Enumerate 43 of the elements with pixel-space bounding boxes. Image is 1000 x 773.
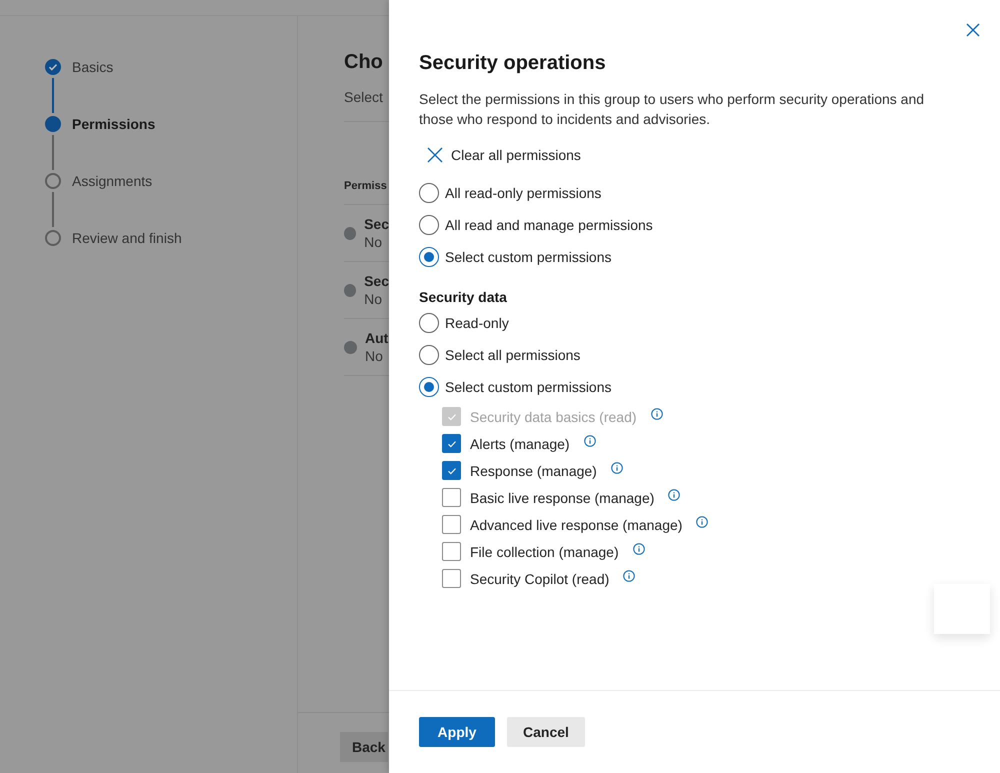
- radio-option[interactable]: Select all permissions: [419, 345, 580, 365]
- permission-name: Sec: [364, 272, 389, 290]
- permission-checkbox[interactable]: Basic live response (manage): [442, 488, 654, 507]
- step-label[interactable]: Basics: [72, 58, 114, 115]
- radio-option[interactable]: Read-only: [419, 313, 509, 333]
- close-icon[interactable]: [966, 23, 980, 37]
- permission-value: No: [365, 347, 384, 365]
- panel-title: Security operations: [419, 52, 607, 75]
- info-icon[interactable]: [632, 542, 645, 554]
- permission-value: No: [364, 233, 383, 251]
- info-icon[interactable]: [650, 408, 663, 420]
- permission-value: No: [364, 290, 383, 308]
- radio-option[interactable]: Select custom permissions: [419, 247, 612, 267]
- close-icon: [427, 147, 443, 163]
- status-dot: [344, 340, 357, 354]
- info-icon[interactable]: [696, 516, 708, 528]
- section-title: Security data: [419, 289, 508, 305]
- permission-name: Sec: [364, 215, 389, 233]
- permission-checkbox[interactable]: Security Copilot (read): [442, 569, 610, 588]
- step-label[interactable]: Assignments: [72, 172, 152, 229]
- radio-option[interactable]: All read and manage permissions: [419, 215, 653, 235]
- cancel-button[interactable]: Cancel: [507, 717, 585, 747]
- panel-description: Select the permissions in this group to users who perform security operations and those who respond to incidents and advisories.: [419, 90, 926, 129]
- page-subtitle: Select: [344, 89, 384, 105]
- apply-button[interactable]: Apply: [419, 717, 495, 747]
- step-label[interactable]: Permissions: [72, 115, 156, 172]
- permission-checkbox[interactable]: Advanced live response (manage): [442, 515, 682, 534]
- permission-checkbox[interactable]: Response (manage): [442, 461, 597, 480]
- status-dot: [344, 284, 356, 296]
- clear-permissions-button[interactable]: Clear all permissions: [419, 147, 581, 163]
- info-icon[interactable]: [668, 488, 680, 500]
- radio-option[interactable]: Select custom permissions: [419, 377, 612, 397]
- info-icon[interactable]: [610, 462, 623, 474]
- permission-checkbox[interactable]: Alerts (manage): [442, 434, 570, 453]
- step-label[interactable]: Review and finish: [72, 229, 182, 286]
- info-icon[interactable]: [584, 434, 596, 446]
- status-dot: [344, 226, 356, 240]
- back-button[interactable]: Back: [340, 732, 388, 762]
- info-icon[interactable]: [623, 570, 636, 582]
- permission-checkbox[interactable]: File collection (manage): [442, 542, 619, 561]
- page-title: Cho: [344, 51, 384, 74]
- radio-option[interactable]: All read-only permissions: [419, 183, 602, 203]
- permission-name: Aut: [365, 329, 388, 347]
